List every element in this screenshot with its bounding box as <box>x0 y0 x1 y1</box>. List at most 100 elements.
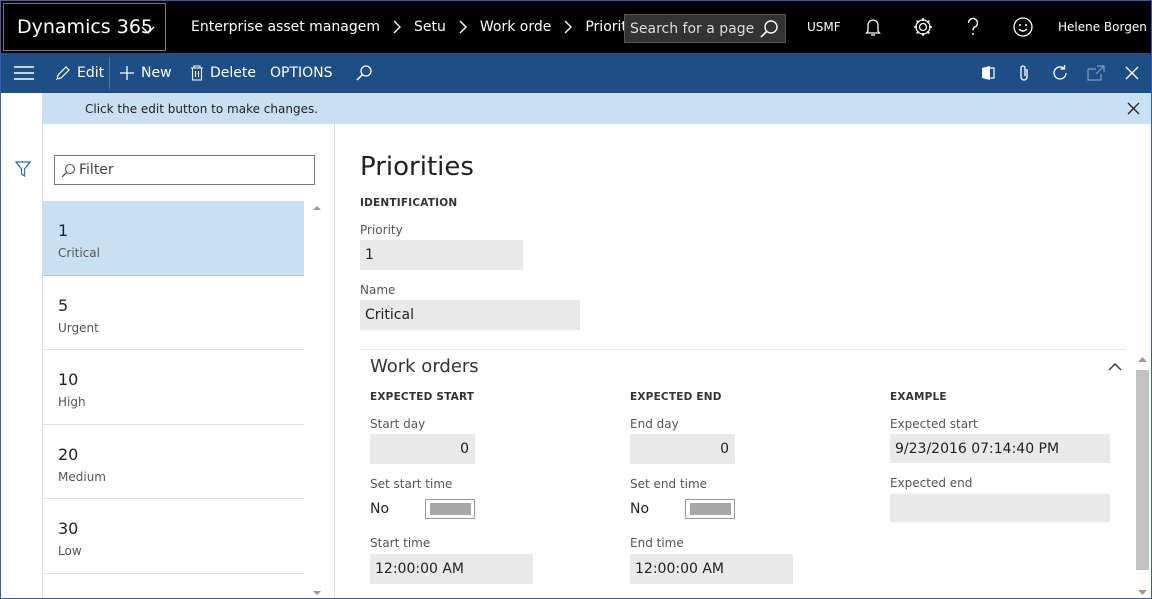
end-time-value: 12:00:00 AM <box>635 561 724 577</box>
list-item-label: Medium <box>58 469 106 484</box>
set-end-time-value: No <box>630 501 650 517</box>
toggle-knob <box>690 503 731 515</box>
left-rail <box>1 93 43 598</box>
list-item-label: Critical <box>58 246 100 260</box>
priority-label: Priority <box>360 223 403 237</box>
end-day-value: 0 <box>720 441 729 457</box>
list-item-number: 20 <box>58 444 79 464</box>
example-header: EXAMPLE <box>890 391 947 403</box>
delete-button-label: Delete <box>210 65 256 81</box>
new-button-label: New <box>141 65 172 81</box>
new-button[interactable]: New <box>119 53 172 93</box>
search-icon <box>60 163 76 183</box>
gear-icon[interactable] <box>911 15 935 39</box>
app-window: Dynamics 365 Enterprise asset managem Se… <box>0 0 1152 599</box>
expected-end-header: EXPECTED END <box>630 391 722 403</box>
app-name: Dynamics 365 <box>17 16 153 38</box>
start-day-label: Start day <box>370 417 426 431</box>
breadcrumb-item-module[interactable]: Enterprise asset managem <box>191 19 380 35</box>
set-start-time-label: Set start time <box>370 477 453 491</box>
name-label: Name <box>360 283 396 297</box>
filter-placeholder: Filter <box>79 162 114 178</box>
options-tab-label: OPTIONS <box>270 65 333 81</box>
action-pane: Edit New Delete OPTIONS <box>1 53 1151 93</box>
list-item[interactable]: 1 Critical <box>43 201 304 276</box>
company-picker[interactable]: USMF <box>807 20 841 34</box>
end-day-label: End day <box>630 417 679 431</box>
name-value: Critical <box>365 307 414 323</box>
trash-icon <box>191 65 203 81</box>
action-search-button[interactable] <box>355 53 379 93</box>
close-icon[interactable] <box>1127 102 1140 118</box>
chevron-right-icon <box>458 20 468 34</box>
expected-end-label: Expected end <box>890 476 973 490</box>
set-end-time-toggle[interactable] <box>685 499 735 519</box>
delete-button[interactable]: Delete <box>190 53 256 93</box>
list-item[interactable]: 10 High <box>43 350 304 425</box>
list-item[interactable]: 30 Low <box>43 499 304 574</box>
search-icon <box>356 65 372 81</box>
list-item-label: High <box>58 395 86 409</box>
start-time-value: 12:00:00 AM <box>375 561 464 577</box>
breadcrumb: Enterprise asset managem Setu Work orde … <box>191 1 635 53</box>
list-pane: Filter 1 Critical 5 Urgent 10 High 20 Me… <box>43 124 335 598</box>
start-day-value: 0 <box>460 441 469 457</box>
expected-start-label: Expected start <box>890 417 978 431</box>
list-scrollbar[interactable] <box>310 201 324 598</box>
page-search-input[interactable]: Search for a page <box>624 14 786 43</box>
bell-icon[interactable] <box>861 15 885 39</box>
filter-pane-icon[interactable] <box>14 161 32 181</box>
priority-field[interactable]: 1 <box>360 240 523 270</box>
edit-button-label: Edit <box>77 65 105 81</box>
message-bar: Click the edit button to make changes. <box>43 93 1151 124</box>
breadcrumb-item-setup[interactable]: Setu <box>414 19 446 35</box>
breadcrumb-item-work-orders[interactable]: Work orde <box>480 19 551 35</box>
name-field[interactable]: Critical <box>360 300 580 330</box>
start-day-field[interactable]: 0 <box>370 434 475 464</box>
list-item-number: 30 <box>58 519 79 538</box>
search-icon[interactable] <box>759 19 779 43</box>
start-time-field[interactable]: 12:00:00 AM <box>370 554 533 584</box>
work-orders-fasttab-header[interactable]: Work orders <box>370 356 479 377</box>
identification-header: IDENTIFICATION <box>360 197 458 209</box>
start-time-label: Start time <box>370 536 431 550</box>
refresh-icon[interactable] <box>1050 63 1070 83</box>
list-item-label: Low <box>58 544 82 558</box>
chevron-right-icon <box>563 20 573 34</box>
top-navigation-bar: Dynamics 365 Enterprise asset managem Se… <box>1 1 1151 53</box>
edit-button[interactable]: Edit <box>55 53 104 93</box>
fasttab-divider <box>360 349 1126 350</box>
attachment-icon[interactable] <box>1014 63 1034 83</box>
end-day-field[interactable]: 0 <box>630 434 735 464</box>
open-new-window-icon[interactable] <box>1086 63 1106 83</box>
help-icon[interactable] <box>961 15 985 39</box>
set-end-time-label: Set end time <box>630 477 708 491</box>
pencil-icon <box>56 66 70 80</box>
end-time-field[interactable]: 12:00:00 AM <box>630 554 793 584</box>
smiley-feedback-icon[interactable] <box>1011 15 1035 39</box>
priority-list: 1 Critical 5 Urgent 10 High 20 Medium 30… <box>43 201 304 598</box>
message-text: Click the edit button to make changes. <box>85 101 319 116</box>
set-start-time-toggle[interactable] <box>425 499 475 519</box>
list-item[interactable]: 5 Urgent <box>43 276 304 350</box>
close-icon[interactable] <box>1122 63 1142 83</box>
end-time-label: End time <box>630 536 684 550</box>
filter-input[interactable]: Filter <box>54 155 315 185</box>
list-item-number: 10 <box>58 370 79 389</box>
office-icon[interactable] <box>978 63 998 83</box>
expected-end-field <box>890 494 1110 522</box>
chevron-down-icon <box>141 20 155 42</box>
expected-start-header: EXPECTED START <box>370 391 475 403</box>
expected-start-value: 9/23/2016 07:14:40 PM <box>895 440 1060 457</box>
details-scrollbar[interactable] <box>1135 353 1150 598</box>
user-name[interactable]: Helene Borgen M <box>1058 20 1151 34</box>
list-item[interactable]: 20 Medium <box>43 425 304 499</box>
toggle-knob <box>430 503 471 515</box>
app-switcher-button[interactable]: Dynamics 365 <box>3 3 166 51</box>
chevron-up-icon[interactable] <box>1108 357 1122 376</box>
priority-value: 1 <box>365 247 374 263</box>
options-tab[interactable]: OPTIONS <box>270 53 333 93</box>
hamburger-menu-icon[interactable] <box>13 65 35 85</box>
list-item-label: Urgent <box>58 320 99 335</box>
divider <box>109 57 110 89</box>
